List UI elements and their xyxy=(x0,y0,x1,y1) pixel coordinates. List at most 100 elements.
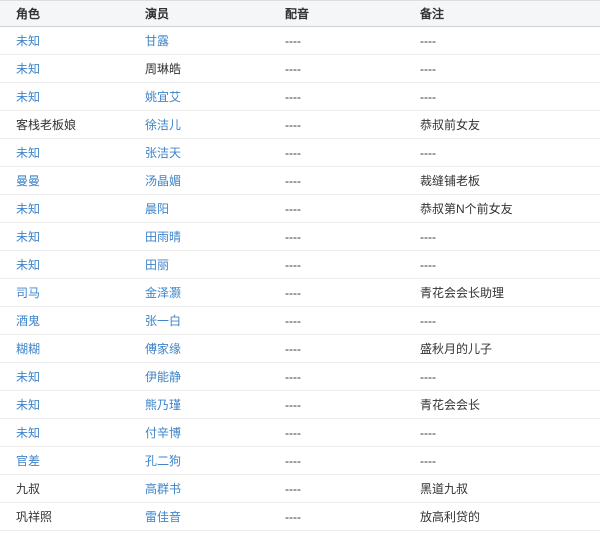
dub-text: ---- xyxy=(285,201,301,216)
actor-cell: 周琳皓 xyxy=(129,54,269,83)
table-body: 未知 甘露 ---- ---- 未知 周琳皓 ---- ---- 未知 姚宜艾 ---- ---- 客栈… xyxy=(0,26,600,531)
role-link[interactable]: 未知 xyxy=(16,230,40,244)
dub-text: ---- xyxy=(285,285,301,300)
note-text: ---- xyxy=(420,369,436,384)
dub-text: ---- xyxy=(285,397,301,412)
actor-link[interactable]: 甘露 xyxy=(145,34,169,48)
actor-link[interactable]: 晨阳 xyxy=(145,202,169,216)
role-link[interactable]: 糊糊 xyxy=(16,342,40,356)
role-cell: 未知 xyxy=(0,54,129,83)
actor-link[interactable]: 伊能静 xyxy=(145,370,181,384)
role-link[interactable]: 酒鬼 xyxy=(16,314,40,328)
actor-cell: 张洁天 xyxy=(129,138,269,167)
actor-link[interactable]: 张洁天 xyxy=(145,146,181,160)
table-row: 未知 周琳皓 ---- ---- xyxy=(0,54,600,83)
actor-link[interactable]: 金泽灏 xyxy=(145,286,181,300)
note-cell: 青花会会长助理 xyxy=(404,278,600,307)
note-text: ---- xyxy=(420,453,436,468)
actor-link[interactable]: 傅家缘 xyxy=(145,342,181,356)
role-cell: 司马 xyxy=(0,278,129,307)
dub-text: ---- xyxy=(285,117,301,132)
note-cell: ---- xyxy=(404,26,600,55)
dub-text: ---- xyxy=(285,425,301,440)
actor-cell: 傅家缘 xyxy=(129,334,269,363)
note-cell: 恭叔第N个前女友 xyxy=(404,194,600,223)
role-cell: 酒鬼 xyxy=(0,306,129,335)
role-text: 九叔 xyxy=(16,482,41,496)
actor-cell: 孔二狗 xyxy=(129,446,269,475)
role-link[interactable]: 未知 xyxy=(16,258,40,272)
actor-cell: 雷佳音 xyxy=(129,502,269,531)
role-cell: 未知 xyxy=(0,26,129,55)
note-text: 恭叔前女友 xyxy=(420,118,481,132)
role-link[interactable]: 未知 xyxy=(16,62,40,76)
actor-text: 周琳皓 xyxy=(145,62,182,76)
table-row: 未知 张洁天 ---- ---- xyxy=(0,138,600,167)
table-row: 官差 孔二狗 ---- ---- xyxy=(0,446,600,475)
role-cell: 未知 xyxy=(0,362,129,391)
note-cell: 裁缝铺老板 xyxy=(404,166,600,195)
dub-text: ---- xyxy=(285,89,301,104)
dub-text: ---- xyxy=(285,313,301,328)
actor-link[interactable]: 付辛博 xyxy=(145,426,181,440)
actor-link[interactable]: 田雨晴 xyxy=(145,230,181,244)
actor-link[interactable]: 高群书 xyxy=(145,482,181,496)
column-header-note: 备注 xyxy=(404,0,600,27)
role-cell: 九叔 xyxy=(0,474,129,503)
actor-link[interactable]: 徐洁儿 xyxy=(145,118,181,132)
role-link[interactable]: 官差 xyxy=(16,454,40,468)
role-link[interactable]: 未知 xyxy=(16,426,40,440)
note-text: 青花会会长助理 xyxy=(420,286,505,300)
table-row: 九叔 高群书 ---- 黑道九叔 xyxy=(0,474,600,503)
role-link[interactable]: 未知 xyxy=(16,202,40,216)
role-cell: 糊糊 xyxy=(0,334,129,363)
actor-link[interactable]: 雷佳音 xyxy=(145,510,181,524)
role-cell: 未知 xyxy=(0,250,129,279)
dub-cell: ---- xyxy=(269,166,404,195)
note-cell: 黑道九叔 xyxy=(404,474,600,503)
role-text: 客栈老板娘 xyxy=(16,118,77,132)
note-text: 裁缝铺老板 xyxy=(420,174,481,188)
actor-link[interactable]: 汤晶媚 xyxy=(145,174,181,188)
note-cell: 青花会会长 xyxy=(404,390,600,419)
dub-cell: ---- xyxy=(269,446,404,475)
role-link[interactable]: 未知 xyxy=(16,398,40,412)
actor-link[interactable]: 张一白 xyxy=(145,314,181,328)
note-text: ---- xyxy=(420,145,436,160)
dub-cell: ---- xyxy=(269,82,404,111)
note-cell: ---- xyxy=(404,250,600,279)
actor-cell: 徐洁儿 xyxy=(129,110,269,139)
role-cell: 未知 xyxy=(0,418,129,447)
table-row: 糊糊 傅家缘 ---- 盛秋月的儿子 xyxy=(0,334,600,363)
note-cell: ---- xyxy=(404,138,600,167)
actor-cell: 熊乃瑾 xyxy=(129,390,269,419)
dub-cell: ---- xyxy=(269,138,404,167)
role-link[interactable]: 司马 xyxy=(16,286,40,300)
role-link[interactable]: 曼曼 xyxy=(16,174,40,188)
actor-cell: 甘露 xyxy=(129,26,269,55)
role-link[interactable]: 未知 xyxy=(16,34,40,48)
actor-link[interactable]: 田丽 xyxy=(145,258,169,272)
note-text: ---- xyxy=(420,89,436,104)
dub-cell: ---- xyxy=(269,26,404,55)
dub-text: ---- xyxy=(285,453,301,468)
role-link[interactable]: 未知 xyxy=(16,90,40,104)
role-link[interactable]: 未知 xyxy=(16,370,40,384)
actor-link[interactable]: 熊乃瑾 xyxy=(145,398,181,412)
note-cell: 盛秋月的儿子 xyxy=(404,334,600,363)
dub-cell: ---- xyxy=(269,250,404,279)
actor-link[interactable]: 孔二狗 xyxy=(145,454,181,468)
role-text: 巩祥照 xyxy=(16,510,53,524)
dub-text: ---- xyxy=(285,145,301,160)
note-cell: ---- xyxy=(404,222,600,251)
role-cell: 未知 xyxy=(0,390,129,419)
table-row: 未知 伊能静 ---- ---- xyxy=(0,362,600,391)
role-link[interactable]: 未知 xyxy=(16,146,40,160)
actor-cell: 金泽灏 xyxy=(129,278,269,307)
note-text: ---- xyxy=(420,61,436,76)
role-cell: 未知 xyxy=(0,194,129,223)
table-row: 未知 田丽 ---- ---- xyxy=(0,250,600,279)
actor-link[interactable]: 姚宜艾 xyxy=(145,90,181,104)
table-row: 未知 熊乃瑾 ---- 青花会会长 xyxy=(0,390,600,419)
actor-cell: 张一白 xyxy=(129,306,269,335)
